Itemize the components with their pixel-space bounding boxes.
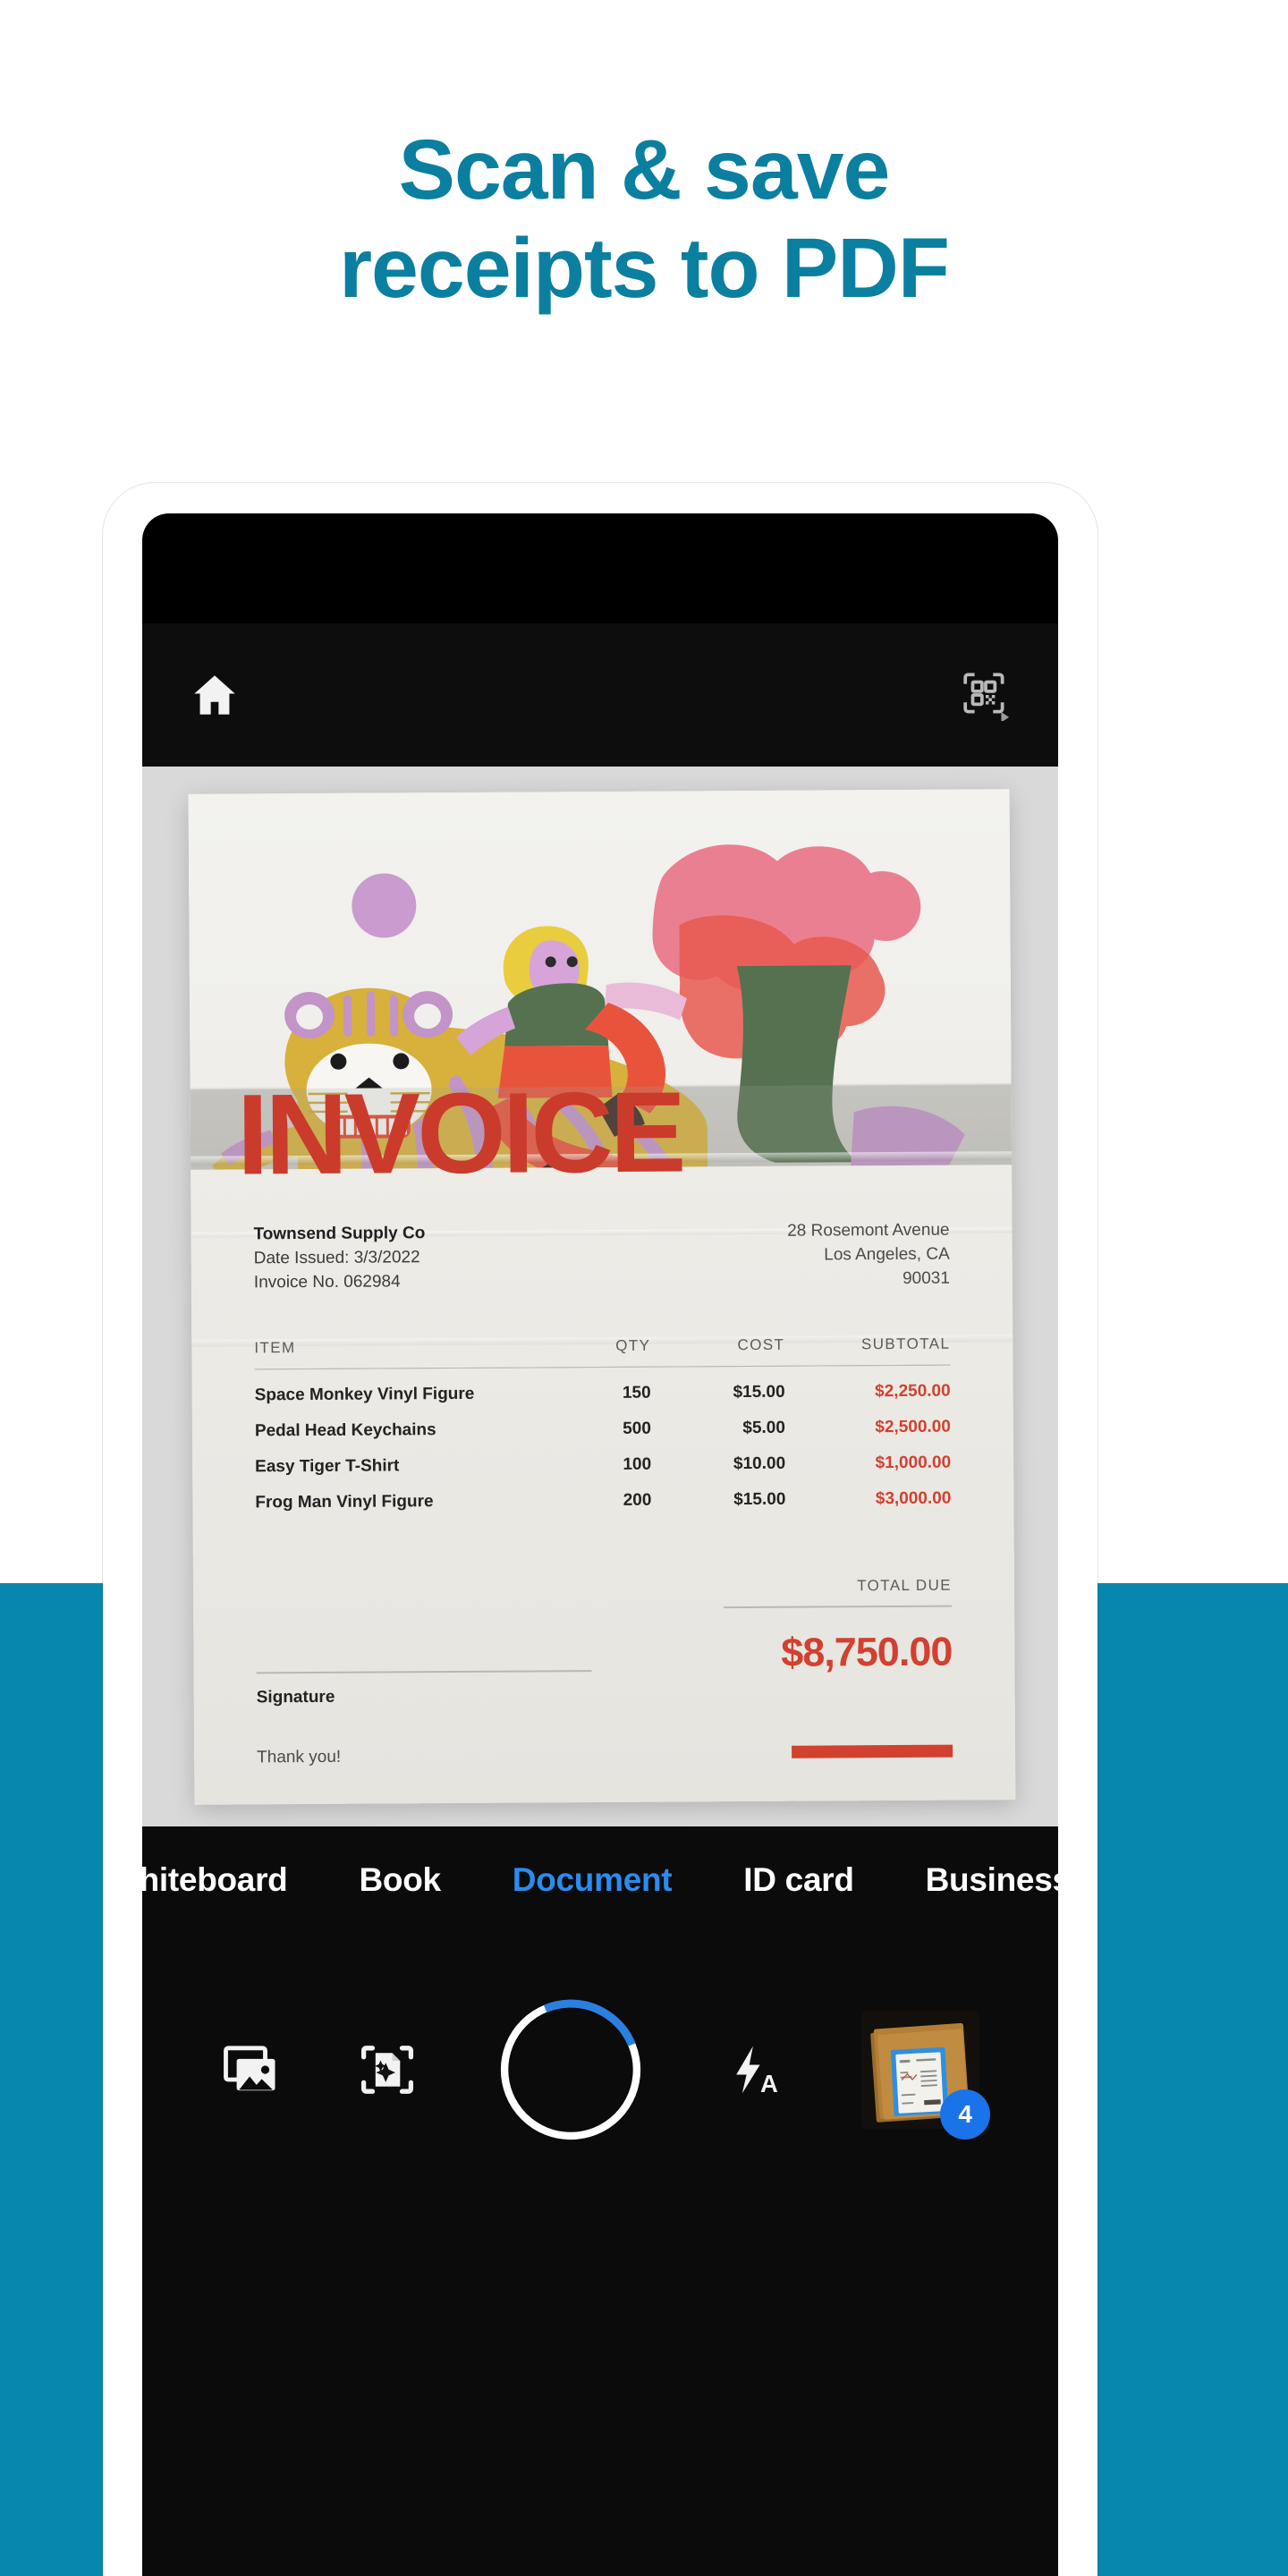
svg-text:A: A [760, 2070, 778, 2097]
column-header-item: ITEM [254, 1337, 535, 1369]
total-due-rule [724, 1605, 953, 1608]
mode-tab-book[interactable]: Book [359, 1861, 441, 1899]
home-icon[interactable] [189, 669, 241, 721]
cell-item: Frog Man Vinyl Figure [255, 1492, 434, 1513]
cell-item: Pedal Head Keychains [254, 1420, 436, 1441]
seller-invoice-no: Invoice No. 062984 [253, 1272, 401, 1292]
invoice-address-block: 28 Rosemont Avenue Los Angeles, CA 90031 [787, 1219, 950, 1292]
cell-qty: 500 [623, 1419, 651, 1438]
page-headline: Scan & save receipts to PDF [0, 121, 1288, 318]
camera-viewfinder[interactable]: INVOICE Townsend Supply Co Date Issued: … [142, 767, 1058, 1826]
app-top-bar [142, 623, 1058, 767]
invoice-accent-bar [792, 1744, 953, 1758]
cell-subtotal: $2,250.00 [875, 1381, 951, 1402]
total-due-label: TOTAL DUE [857, 1576, 953, 1595]
phone-screen: INVOICE Townsend Supply Co Date Issued: … [142, 513, 1058, 2576]
invoice-line-items-table: ITEM QTY COST SUBTOTAL Space Monkey Viny… [254, 1335, 951, 1513]
gallery-icon[interactable] [221, 2040, 280, 2099]
cell-qty: 200 [623, 1490, 652, 1510]
mode-tab-business-card[interactable]: Business c [926, 1861, 1058, 1899]
document-sparkle-scan-icon[interactable] [358, 2040, 417, 2099]
headline-line-1: Scan & save [398, 123, 891, 217]
column-header-cost: COST [650, 1335, 785, 1368]
total-due-value: $8,750.00 [781, 1628, 953, 1675]
shutter-button[interactable] [496, 1995, 646, 2145]
table-row: Easy Tiger T-Shirt 100 $10.00 $1,000.00 [255, 1437, 951, 1478]
address-line-2: Los Angeles, CA [824, 1244, 950, 1265]
signature-rule [256, 1670, 592, 1674]
cell-qty: 100 [623, 1454, 652, 1474]
seller-company: Townsend Supply Co [253, 1224, 426, 1244]
cell-cost: $5.00 [742, 1418, 785, 1438]
cell-subtotal: $2,500.00 [875, 1417, 951, 1437]
column-header-qty: QTY [534, 1336, 651, 1368]
table-header-row: ITEM QTY COST SUBTOTAL [254, 1335, 951, 1369]
address-line-3: 90031 [902, 1268, 950, 1288]
table-row: Space Monkey Vinyl Figure 150 $15.00 $2,… [254, 1365, 951, 1405]
thank-you-note: Thank you! [257, 1747, 342, 1767]
capture-mode-tabs[interactable]: Whiteboard Book Document ID card Busines… [142, 1826, 1058, 1934]
seller-date-issued: Date Issued: 3/3/2022 [253, 1248, 420, 1268]
mode-tab-id-card[interactable]: ID card [743, 1861, 854, 1899]
cell-item: Easy Tiger T-Shirt [255, 1456, 400, 1477]
last-capture-thumbnail[interactable]: 4 [861, 2011, 991, 2140]
table-row: Pedal Head Keychains 500 $5.00 $2,500.00 [255, 1402, 951, 1442]
cell-cost: $15.00 [733, 1382, 785, 1402]
column-header-subtotal: SUBTOTAL [784, 1335, 951, 1367]
invoice-seller-block: Townsend Supply Co Date Issued: 3/3/2022… [253, 1222, 426, 1295]
cell-subtotal: $1,000.00 [875, 1453, 952, 1473]
mode-tab-document[interactable]: Document [513, 1861, 673, 1899]
cell-qty: 150 [622, 1383, 651, 1402]
signature-label: Signature [256, 1687, 335, 1707]
cell-subtotal: $3,000.00 [875, 1488, 952, 1509]
phone-mockup: INVOICE Townsend Supply Co Date Issued: … [103, 483, 1097, 2576]
headline-line-2: receipts to PDF [339, 221, 950, 317]
cell-item: Space Monkey Vinyl Figure [254, 1384, 475, 1405]
cell-cost: $15.00 [733, 1489, 786, 1510]
invoice-header: Townsend Supply Co Date Issued: 3/3/2022… [253, 1219, 950, 1296]
thumbnail-count-badge: 4 [940, 2089, 991, 2140]
address-line-1: 28 Rosemont Avenue [787, 1220, 950, 1241]
camera-toolbar: A 4 [142, 1934, 1058, 2576]
table-row: Frog Man Vinyl Figure 200 $15.00 $3,000.… [255, 1473, 951, 1513]
invoice-title: INVOICE [236, 1068, 683, 1199]
mode-tab-whiteboard[interactable]: Whiteboard [142, 1861, 288, 1899]
cell-cost: $10.00 [733, 1453, 786, 1474]
qr-scan-icon[interactable] [960, 669, 1012, 721]
flash-auto-icon[interactable]: A [724, 2040, 784, 2099]
scanned-invoice-page: INVOICE Townsend Supply Co Date Issued: … [188, 789, 1016, 1805]
